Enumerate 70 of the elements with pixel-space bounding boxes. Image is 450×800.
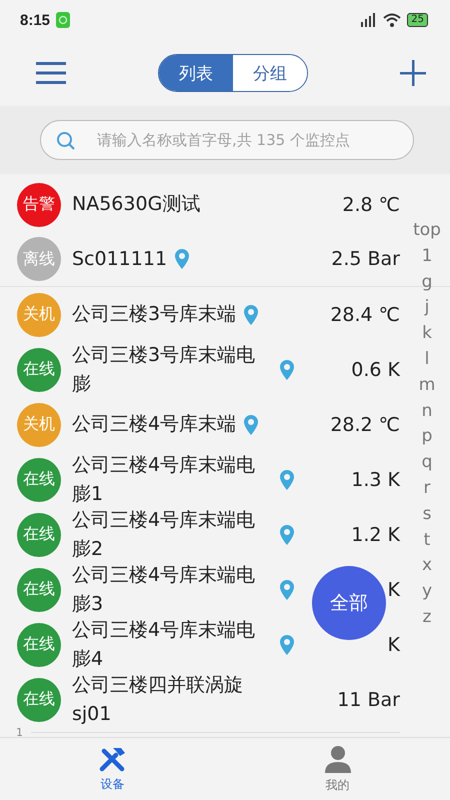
status-badge: 在线 [17, 458, 61, 502]
nav-tab[interactable]: 设备 [0, 738, 225, 800]
status-time: 8:15 [20, 12, 50, 28]
search-field[interactable]: 请输入名称或首字母,共 135 个监控点 [40, 120, 414, 160]
index-letter[interactable]: r [424, 476, 430, 502]
device-reading: K [388, 634, 400, 656]
device-reading: 1.3 K [351, 468, 400, 490]
device-reading: K [388, 578, 400, 600]
index-letter[interactable]: 1 [422, 244, 432, 270]
index-letter[interactable]: s [422, 502, 432, 528]
location-pin-icon[interactable] [244, 414, 258, 434]
index-letter[interactable]: k [422, 321, 432, 347]
status-badge: 关机 [17, 292, 61, 336]
index-letter[interactable]: t [424, 528, 430, 554]
index-letter[interactable]: j [424, 295, 430, 322]
device-name[interactable]: 公司三楼4号库末端 [72, 410, 236, 439]
wifi-icon [383, 13, 402, 27]
index-letter[interactable]: q [422, 450, 432, 476]
location-pin-icon[interactable] [280, 580, 294, 600]
status-badge: 在线 [17, 348, 61, 392]
status-badge: 在线 [17, 678, 61, 722]
index-letter[interactable]: p [422, 424, 432, 450]
status-badge: 在线 [17, 512, 61, 556]
device-name[interactable]: 公司三楼3号库末端 [72, 300, 236, 329]
device-reading: 28.4 ℃ [330, 304, 400, 326]
index-letter[interactable]: z [422, 604, 432, 631]
device-name[interactable]: 公司三楼3号库末端电膨 [72, 340, 272, 398]
location-pin-icon[interactable] [280, 524, 294, 544]
segment-tab[interactable]: 列表 [159, 55, 233, 91]
device-name[interactable]: 公司三楼4号库末端电膨2 [72, 506, 272, 564]
device-reading: 2.8 ℃ [342, 194, 400, 216]
signal-icon [359, 13, 378, 27]
status-badge: 离线 [17, 237, 61, 281]
add-icon[interactable] [400, 60, 426, 86]
index-letter[interactable]: top [413, 218, 441, 244]
status-badge: 在线 [17, 622, 61, 666]
all-button[interactable]: 全部 [312, 566, 386, 640]
device-reading: 11 Bar [337, 688, 400, 710]
page-number: 1 [16, 726, 23, 738]
device-reading: 2.5 Bar [331, 248, 400, 270]
device-name[interactable]: NA5630G测试 [72, 190, 200, 219]
status-badge: 在线 [17, 568, 61, 612]
app-notification-icon [56, 12, 70, 28]
tools-icon [98, 746, 126, 772]
index-letter[interactable]: x [422, 553, 432, 580]
device-name[interactable]: 公司三楼四并联涡旋sj01 [72, 670, 272, 728]
device-name[interactable]: 公司三楼4号库末端电膨1 [72, 450, 272, 508]
device-reading: 28.2 ℃ [330, 414, 400, 436]
location-pin-icon[interactable] [280, 634, 294, 654]
index-letter[interactable]: l [424, 346, 430, 373]
location-pin-icon[interactable] [244, 304, 258, 324]
location-pin-icon[interactable] [175, 249, 190, 269]
nav-tab[interactable]: 我的 [225, 738, 450, 800]
location-pin-icon[interactable] [280, 470, 294, 490]
segment-tab[interactable]: 分组 [233, 55, 307, 91]
index-letter[interactable]: y [422, 579, 432, 605]
status-badge: 告警 [17, 182, 61, 226]
device-reading: 1.2 K [351, 524, 400, 546]
index-letter[interactable]: g [422, 270, 432, 296]
device-name[interactable]: 公司三楼4号库末端电膨3 [72, 560, 272, 618]
index-letter[interactable]: n [422, 398, 432, 424]
menu-icon[interactable] [36, 62, 66, 84]
device-reading: 0.6 K [351, 358, 400, 380]
device-name[interactable]: 公司三楼4号库末端电膨4 [72, 616, 272, 674]
battery-icon: 25 [407, 13, 428, 27]
status-badge: 关机 [17, 402, 61, 446]
location-pin-icon[interactable] [280, 360, 294, 380]
person-icon [324, 744, 352, 772]
index-letter[interactable]: m [418, 372, 436, 399]
device-name[interactable]: Sc011111 [72, 244, 168, 274]
